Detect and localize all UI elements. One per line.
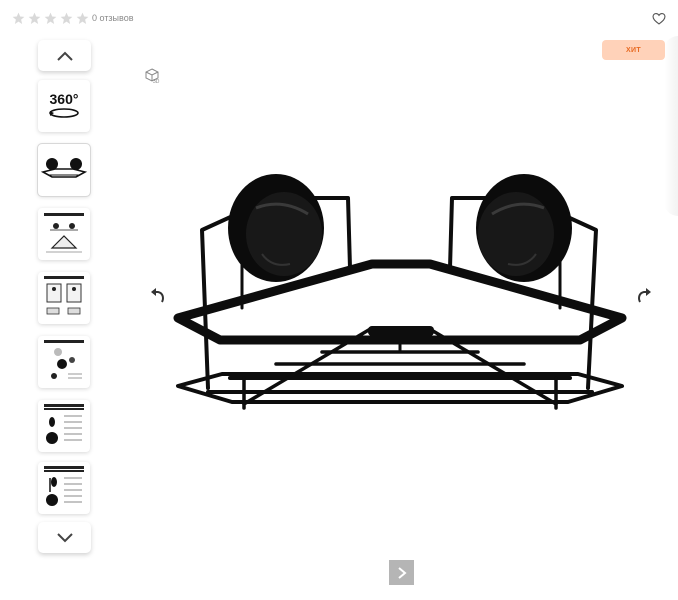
side-shadow (664, 36, 678, 216)
svg-text:3D: 3D (153, 79, 160, 84)
rotate-left-icon[interactable] (148, 286, 168, 306)
hit-badge-label: ХИТ (626, 46, 641, 54)
dimensions-thumbnail-image (44, 213, 84, 253)
chevron-down-icon (56, 532, 73, 542)
suction-cup-right (476, 174, 572, 282)
thumbs-up-button[interactable] (38, 40, 91, 71)
rotate-right-icon[interactable] (634, 286, 654, 306)
rotate-360-icon: 360° (49, 91, 79, 118)
thumb-instructions-1[interactable] (38, 400, 90, 452)
star-icon[interactable] (28, 12, 41, 25)
mounting-thumbnail-image (44, 340, 84, 379)
thumb-packaging[interactable] (38, 272, 90, 324)
reviews-count-link[interactable]: 0 отзывов (92, 12, 134, 25)
rating-stars[interactable] (12, 12, 89, 25)
hit-badge: ХИТ (602, 40, 665, 60)
thumb-product-front[interactable] (37, 143, 91, 197)
product-thumbnail-image (40, 158, 88, 178)
star-icon[interactable] (76, 12, 89, 25)
thumb-mounting-steps[interactable] (38, 336, 90, 388)
star-icon[interactable] (12, 12, 25, 25)
suction-cup-left (228, 174, 324, 282)
thumb-360-label: 360° (50, 91, 79, 107)
cube-3d-icon[interactable]: 3D (144, 68, 160, 84)
instructions-thumbnail-image (44, 466, 84, 506)
next-image-button[interactable] (389, 560, 414, 585)
product-main-image[interactable] (172, 168, 628, 416)
thumb-instructions-2[interactable] (38, 462, 90, 514)
packaging-thumbnail-image (44, 276, 84, 315)
thumbs-down-button[interactable] (38, 522, 91, 553)
thumb-dimensions[interactable] (38, 208, 90, 260)
star-icon[interactable] (44, 12, 57, 25)
star-icon[interactable] (60, 12, 73, 25)
instructions-thumbnail-image (44, 404, 84, 444)
thumb-360[interactable]: 360° (38, 80, 90, 132)
product-header: 0 отзывов (0, 0, 678, 36)
chevron-right-icon (397, 566, 407, 579)
chevron-up-icon (56, 51, 73, 61)
heart-icon[interactable] (652, 12, 666, 26)
